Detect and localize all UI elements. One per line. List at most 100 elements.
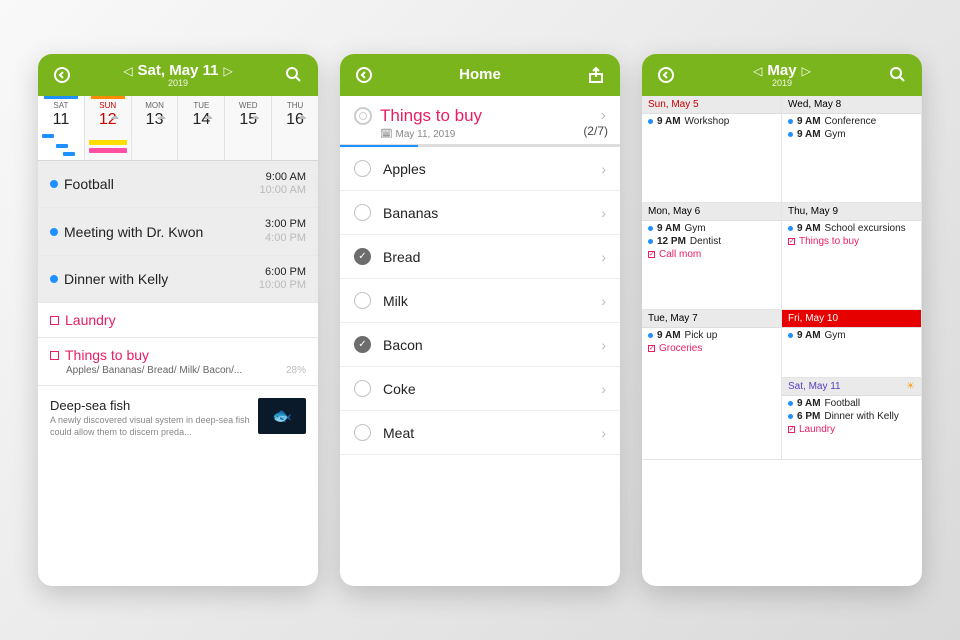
- back-button[interactable]: [350, 66, 378, 84]
- week-event[interactable]: 9 AMPick up: [642, 328, 781, 341]
- list-counter: (2/7): [583, 124, 608, 138]
- task-row[interactable]: Laundry: [38, 303, 318, 338]
- prev-day-icon[interactable]: ◁: [123, 64, 132, 78]
- list-item[interactable]: Bananas›: [340, 191, 620, 235]
- search-button[interactable]: [884, 66, 912, 84]
- header: ◁Sat, May 11▷ 2019: [38, 54, 318, 96]
- week-event[interactable]: 9 AMGym: [782, 127, 921, 140]
- week-event[interactable]: 9 AMFootball: [782, 396, 921, 409]
- chevron-right-icon: ›: [601, 161, 606, 177]
- week-task[interactable]: ✓Laundry: [782, 422, 921, 435]
- checkbox[interactable]: [354, 336, 371, 353]
- checkbox[interactable]: [354, 292, 371, 309]
- event-dot-icon: [50, 228, 58, 236]
- week-task[interactable]: ✓Call mom: [642, 247, 781, 260]
- day-column[interactable]: WED15☁: [225, 96, 272, 160]
- day-column[interactable]: MON13☁: [132, 96, 179, 160]
- checkbox-icon: ✓: [648, 345, 655, 352]
- event-dot-icon: [788, 333, 793, 338]
- search-button[interactable]: [280, 66, 308, 84]
- share-icon: [587, 66, 605, 84]
- checkbox-icon: [50, 351, 59, 360]
- week-event[interactable]: 9 AMWorkshop: [642, 114, 781, 127]
- event-row[interactable]: Football9:00 AM10:00 AM: [38, 161, 318, 208]
- chevron-right-icon: ›: [601, 249, 606, 265]
- checkbox[interactable]: [354, 424, 371, 441]
- week-view-screen: ◁May▷ 2019 Sun, May 59 AMWorkshopWed, Ma…: [642, 54, 922, 586]
- checkbox[interactable]: [354, 160, 371, 177]
- list-item[interactable]: Bread›: [340, 235, 620, 279]
- day-heading: Fri, May 10: [782, 310, 921, 328]
- list-item[interactable]: Meat›: [340, 411, 620, 455]
- week-cell[interactable]: Fri, May 109 AMGym Sat, May 11 ☀9 AMFootb…: [782, 310, 922, 460]
- week-event[interactable]: 9 AMConference: [782, 114, 921, 127]
- chevron-right-icon: ›: [601, 107, 606, 125]
- week-event[interactable]: 9 AMGym: [782, 328, 921, 341]
- week-task[interactable]: ✓Things to buy: [782, 234, 921, 247]
- day-heading: Sun, May 5: [642, 96, 781, 114]
- back-button[interactable]: [48, 66, 76, 84]
- day-heading: Tue, May 7: [642, 310, 781, 328]
- week-cell[interactable]: Sun, May 59 AMWorkshop: [642, 96, 782, 203]
- weather-icon: ☁: [251, 111, 260, 122]
- day-column[interactable]: SUN12☁: [85, 96, 132, 160]
- event-dot-icon: [788, 226, 793, 231]
- prev-month-icon[interactable]: ◁: [753, 64, 762, 78]
- event-row[interactable]: Dinner with Kelly6:00 PM10:00 PM: [38, 256, 318, 303]
- list-header[interactable]: Things to buy› 🗓 May 11, 2019 (2/7): [340, 96, 620, 145]
- back-button[interactable]: [652, 66, 680, 84]
- day-heading: Mon, May 6: [642, 203, 781, 221]
- week-event[interactable]: 6 PMDinner with Kelly: [782, 409, 921, 422]
- header: ◁May▷ 2019: [642, 54, 922, 96]
- list-item[interactable]: Apples›: [340, 147, 620, 191]
- back-icon: [657, 66, 675, 84]
- week-event[interactable]: 12 PMDentist: [642, 234, 781, 247]
- day-column[interactable]: TUE14☁: [178, 96, 225, 160]
- week-task[interactable]: ✓Groceries: [642, 341, 781, 354]
- list-item[interactable]: Milk›: [340, 279, 620, 323]
- list-item[interactable]: Coke›: [340, 367, 620, 411]
- event-dot-icon: [648, 239, 653, 244]
- news-image: 🐟: [258, 398, 306, 434]
- task-row[interactable]: Things to buyApples/ Bananas/ Bread/ Mil…: [38, 338, 318, 386]
- day-heading: Wed, May 8: [782, 96, 921, 114]
- event-row[interactable]: Meeting with Dr. Kwon3:00 PM4:00 PM: [38, 208, 318, 255]
- header-title[interactable]: ◁May▷ 2019: [748, 63, 816, 88]
- week-cell[interactable]: Wed, May 89 AMConference9 AMGym: [782, 96, 922, 203]
- next-month-icon[interactable]: ▷: [802, 64, 811, 78]
- checkbox[interactable]: [354, 204, 371, 221]
- day-heading: Sat, May 11 ☀: [782, 378, 921, 396]
- chevron-right-icon: ›: [601, 381, 606, 397]
- checkbox-icon: ✓: [788, 238, 795, 245]
- week-event[interactable]: 9 AMGym: [642, 221, 781, 234]
- back-icon: [355, 66, 373, 84]
- chevron-right-icon: ›: [601, 205, 606, 221]
- day-column[interactable]: SAT11: [38, 96, 85, 160]
- chevron-right-icon: ›: [601, 293, 606, 309]
- checkbox[interactable]: [354, 248, 371, 265]
- week-event[interactable]: 9 AMSchool excursions: [782, 221, 921, 234]
- checkbox[interactable]: [354, 380, 371, 397]
- list-screen: Home Things to buy› 🗓 May 11, 2019 (2/7)…: [340, 54, 620, 586]
- day-column[interactable]: THU16☁: [272, 96, 318, 160]
- item-list: Apples›Bananas›Bread›Milk›Bacon›Coke›Mea…: [340, 147, 620, 455]
- event-dot-icon: [648, 119, 653, 124]
- page-title: Home: [459, 66, 501, 83]
- share-button[interactable]: [582, 66, 610, 84]
- news-card[interactable]: Deep-sea fishA newly discovered visual s…: [50, 394, 306, 442]
- back-icon: [53, 66, 71, 84]
- week-cell[interactable]: Thu, May 99 AMSchool excursions✓Things t…: [782, 203, 922, 310]
- list-date: 🗓 May 11, 2019: [380, 129, 606, 140]
- header-title[interactable]: ◁Sat, May 11▷ 2019: [118, 63, 237, 88]
- chevron-right-icon: ›: [601, 337, 606, 353]
- day-strip: SAT11SUN12☁MON13☁TUE14☁WED15☁THU16☁: [38, 96, 318, 161]
- day-view-screen: ◁Sat, May 11▷ 2019 SAT11SUN12☁MON13☁TUE1…: [38, 54, 318, 586]
- event-dot-icon: [648, 333, 653, 338]
- next-day-icon[interactable]: ▷: [223, 64, 232, 78]
- weather-icon: ☁: [297, 111, 306, 122]
- list-item[interactable]: Bacon›: [340, 323, 620, 367]
- week-cell[interactable]: Tue, May 79 AMPick up✓Groceries: [642, 310, 782, 460]
- checkbox-icon: [50, 316, 59, 325]
- week-cell[interactable]: Mon, May 69 AMGym12 PMDentist✓Call mom: [642, 203, 782, 310]
- day-heading: Thu, May 9: [782, 203, 921, 221]
